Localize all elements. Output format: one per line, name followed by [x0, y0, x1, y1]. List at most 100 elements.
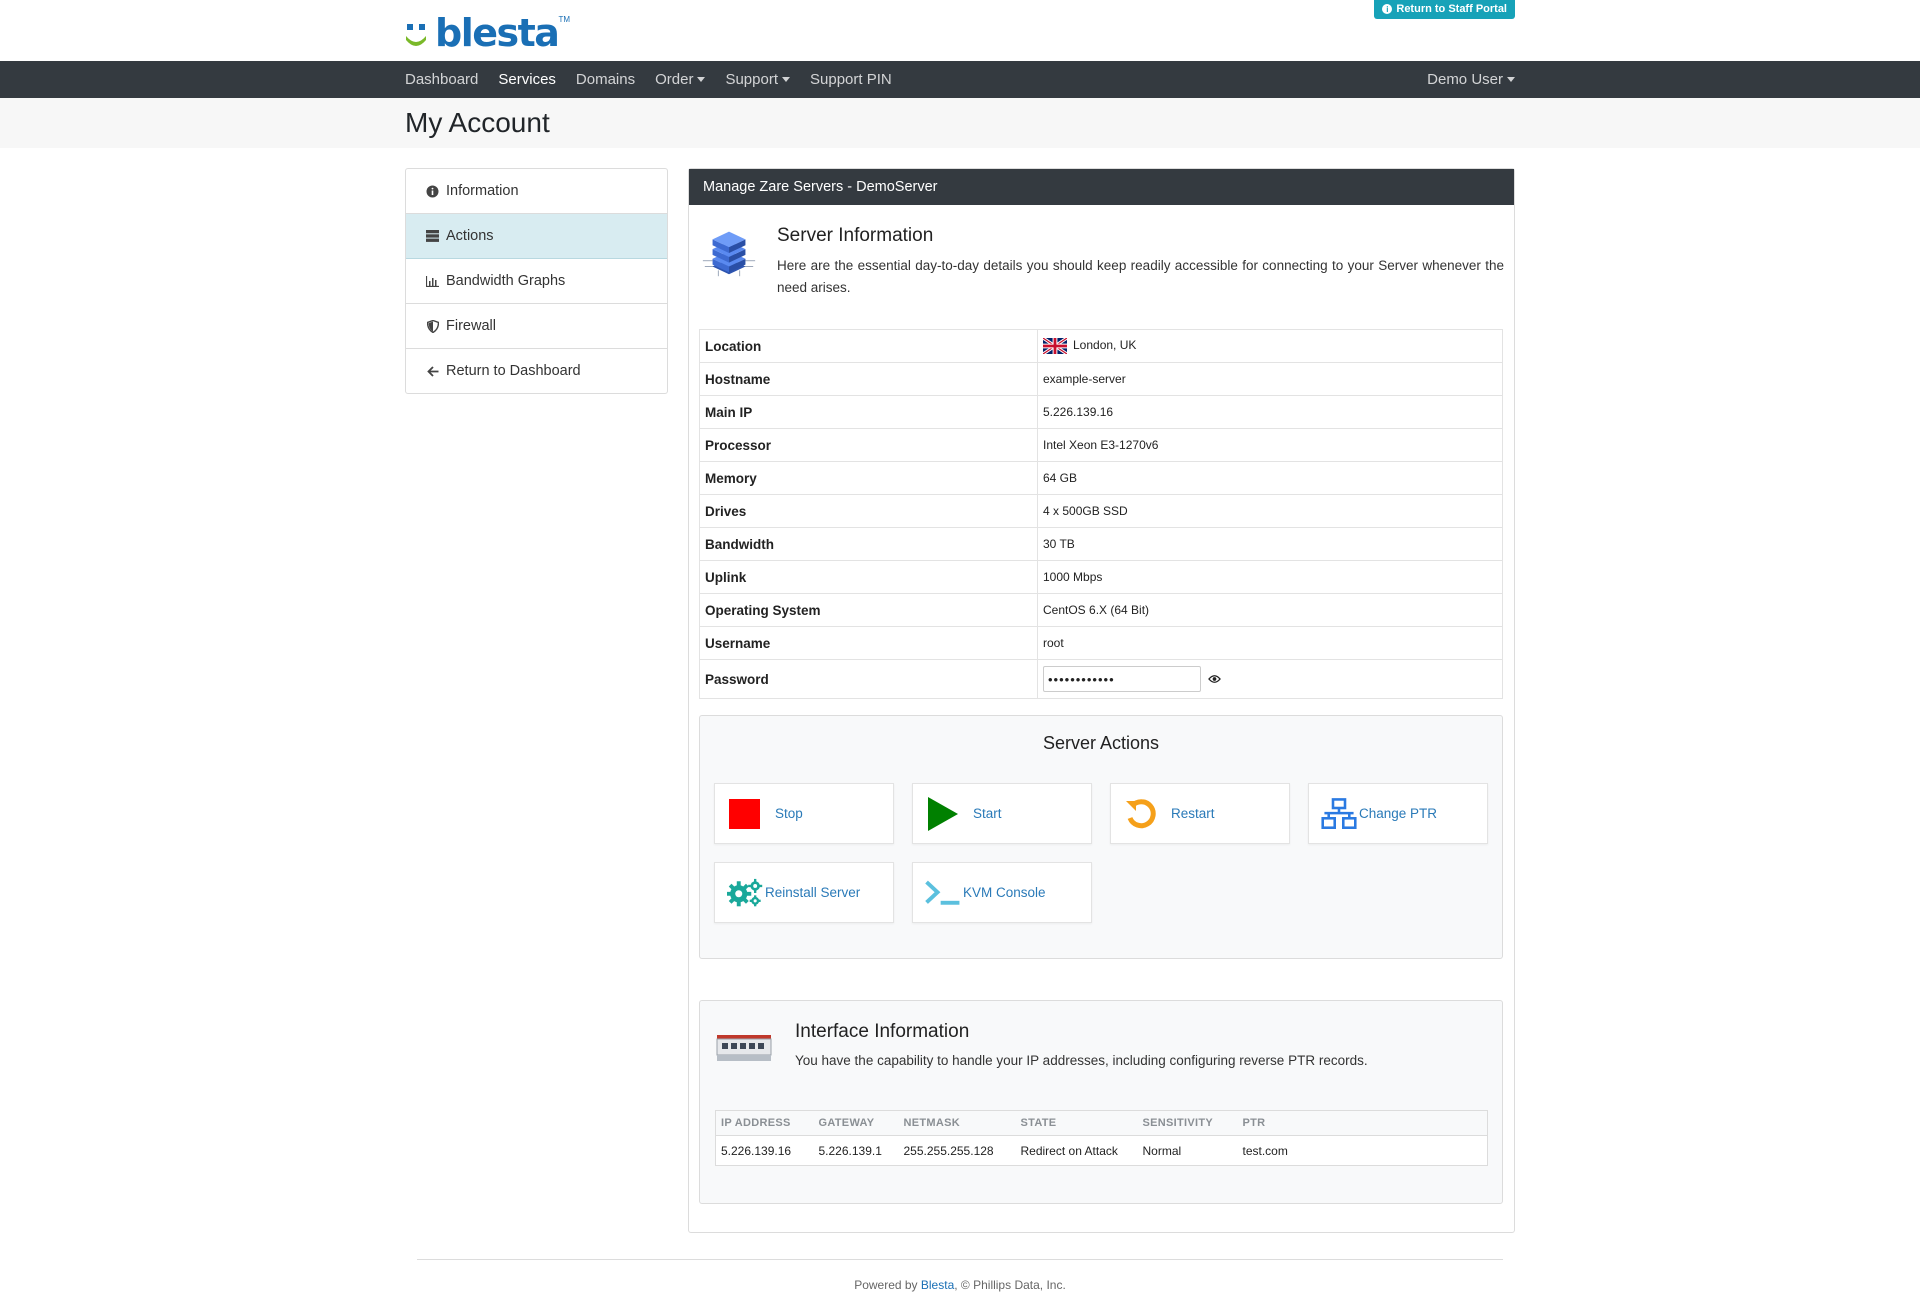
nav-support-dropdown[interactable]: Support	[725, 71, 790, 88]
nav-dashboard-label: Dashboard	[405, 71, 479, 88]
column-header: GATEWAY	[813, 1110, 899, 1136]
caret-down-icon	[697, 77, 706, 82]
blesta-logo[interactable]: blesta TM	[405, 14, 570, 52]
interface-info-title: Interface Information	[795, 1021, 970, 1042]
info-icon: i	[1382, 4, 1393, 14]
server-stack-icon	[702, 231, 756, 277]
manage-server-panel: Manage Zare Servers - DemoServer Server …	[688, 168, 1515, 1233]
site-header: blesta TM i Return to Staff Portal	[0, 0, 1920, 61]
restart-label: Restart	[1171, 806, 1215, 821]
detail-key: Main IP	[699, 395, 1038, 429]
shield-icon	[426, 319, 439, 333]
start-button[interactable]: Start	[912, 783, 1092, 844]
detail-value: 1000 Mbps	[1037, 560, 1503, 594]
sidebar-item-actions[interactable]: Actions	[406, 214, 667, 259]
detail-key: Processor	[699, 428, 1038, 462]
server-details-table: Location London, UK Hostname example-serv…	[699, 329, 1503, 699]
caret-down-icon	[1507, 77, 1515, 82]
sidebar-item-firewall[interactable]: Firewall	[406, 304, 667, 349]
server-info-title: Server Information	[777, 225, 934, 246]
detail-key: Password	[699, 659, 1038, 699]
detail-value-location: London, UK	[1037, 329, 1503, 363]
detail-value: 30 TB	[1037, 527, 1503, 561]
footer: Powered by Blesta, © Phillips Data, Inc.	[0, 1278, 1920, 1292]
sidebar-item-label: Actions	[446, 228, 494, 244]
change-ptr-label: Change PTR	[1359, 806, 1438, 821]
detail-value: root	[1037, 626, 1503, 660]
interface-information-box: Interface Information You have the capab…	[699, 1000, 1503, 1204]
nav-support-pin[interactable]: Support PIN	[810, 71, 892, 88]
logo-trademark: TM	[558, 14, 570, 24]
table-row: Operating System CentOS 6.X (64 Bit)	[699, 593, 1503, 627]
arrow-left-icon	[426, 365, 439, 378]
terminal-icon	[925, 875, 961, 911]
nav-services[interactable]: Services	[498, 71, 556, 88]
detail-value-password: ••••••••••••	[1037, 659, 1503, 699]
sidebar-item-bandwidth-graphs[interactable]: Bandwidth Graphs	[406, 259, 667, 304]
detail-value: 64 GB	[1037, 461, 1503, 495]
blesta-link[interactable]: Blesta	[921, 1278, 954, 1292]
nav-order-dropdown[interactable]: Order	[655, 71, 706, 88]
return-to-staff-portal-button[interactable]: i Return to Staff Portal	[1374, 0, 1515, 19]
stop-label: Stop	[775, 806, 803, 821]
detail-key: Bandwidth	[699, 527, 1038, 561]
table-cell: 5.226.139.1	[818, 1143, 882, 1158]
column-header: STATE	[1015, 1110, 1138, 1136]
server-actions-title: Server Actions	[1042, 733, 1160, 753]
detail-value: Intel Xeon E3-1270v6	[1037, 428, 1503, 462]
sidebar-item-label: Return to Dashboard	[446, 363, 581, 379]
panel-title: Manage Zare Servers - DemoServer	[689, 169, 1514, 205]
detail-key: Operating System	[699, 593, 1038, 627]
detail-value: example-server	[1037, 362, 1503, 396]
table-row: Bandwidth 30 TB	[699, 527, 1503, 561]
table-cell: Normal	[1142, 1143, 1182, 1158]
table-row: Hostname example-server	[699, 362, 1503, 396]
server-stack-icon	[426, 230, 439, 243]
table-row: Username root	[699, 626, 1503, 660]
logo-smile-icon	[406, 24, 426, 46]
play-icon	[925, 796, 961, 832]
sidebar-item-label: Bandwidth Graphs	[446, 273, 566, 289]
network-icon	[1321, 796, 1357, 832]
caret-down-icon	[782, 77, 790, 82]
table-row: Drives 4 x 500GB SSD	[699, 494, 1503, 528]
kvm-console-button[interactable]: KVM Console	[912, 862, 1092, 923]
user-menu-dropdown[interactable]: Demo User	[1427, 71, 1515, 88]
table-cell: 255.255.255.128	[903, 1143, 994, 1158]
password-field[interactable]: ••••••••••••	[1043, 666, 1201, 692]
nav-support-label: Support	[725, 71, 778, 88]
detail-value: 4 x 500GB SSD	[1037, 494, 1503, 528]
detail-key: Uplink	[699, 560, 1038, 594]
detail-value: CentOS 6.X (64 Bit)	[1037, 593, 1503, 627]
staff-button-label: Return to Staff Portal	[1396, 3, 1507, 15]
table-cell: test.com	[1242, 1143, 1288, 1158]
change-ptr-button[interactable]: Change PTR	[1308, 783, 1488, 844]
reinstall-server-button[interactable]: Reinstall Server	[714, 862, 894, 923]
title-band: My Account	[0, 98, 1920, 148]
nav-domains-label: Domains	[575, 71, 636, 88]
table-row: Uplink 1000 Mbps	[699, 560, 1503, 594]
table-row: Memory 64 GB	[699, 461, 1503, 495]
page-title: My Account	[405, 107, 550, 138]
sidebar-item-return-to-dashboard[interactable]: Return to Dashboard	[406, 349, 667, 393]
detail-value: 5.226.139.16	[1037, 395, 1503, 429]
interface-table: IP ADDRESS GATEWAY NETMASK STATE SENSITI…	[715, 1110, 1488, 1166]
nav-support-pin-label: Support PIN	[810, 71, 892, 88]
footer-prefix: Powered by	[854, 1278, 921, 1292]
restart-icon	[1123, 796, 1159, 832]
footer-suffix: , © Phillips Data, Inc.	[954, 1278, 1066, 1292]
network-switch-icon	[716, 1035, 772, 1061]
start-label: Start	[973, 806, 1002, 821]
stop-button[interactable]: Stop	[714, 783, 894, 844]
location-text: London, UK	[1073, 338, 1137, 353]
detail-key: Memory	[699, 461, 1038, 495]
eye-icon[interactable]	[1208, 674, 1222, 684]
sidebar-item-information[interactable]: Information	[406, 169, 667, 214]
table-header-row: IP ADDRESS GATEWAY NETMASK STATE SENSITI…	[715, 1110, 1488, 1136]
interface-info-description: You have the capability to handle your I…	[795, 1053, 1368, 1068]
logo-text: blesta	[435, 11, 560, 55]
restart-button[interactable]: Restart	[1110, 783, 1290, 844]
nav-domains[interactable]: Domains	[576, 71, 635, 88]
main-navbar: Dashboard Services Domains Order Support…	[0, 61, 1920, 98]
nav-dashboard[interactable]: Dashboard	[405, 71, 478, 88]
